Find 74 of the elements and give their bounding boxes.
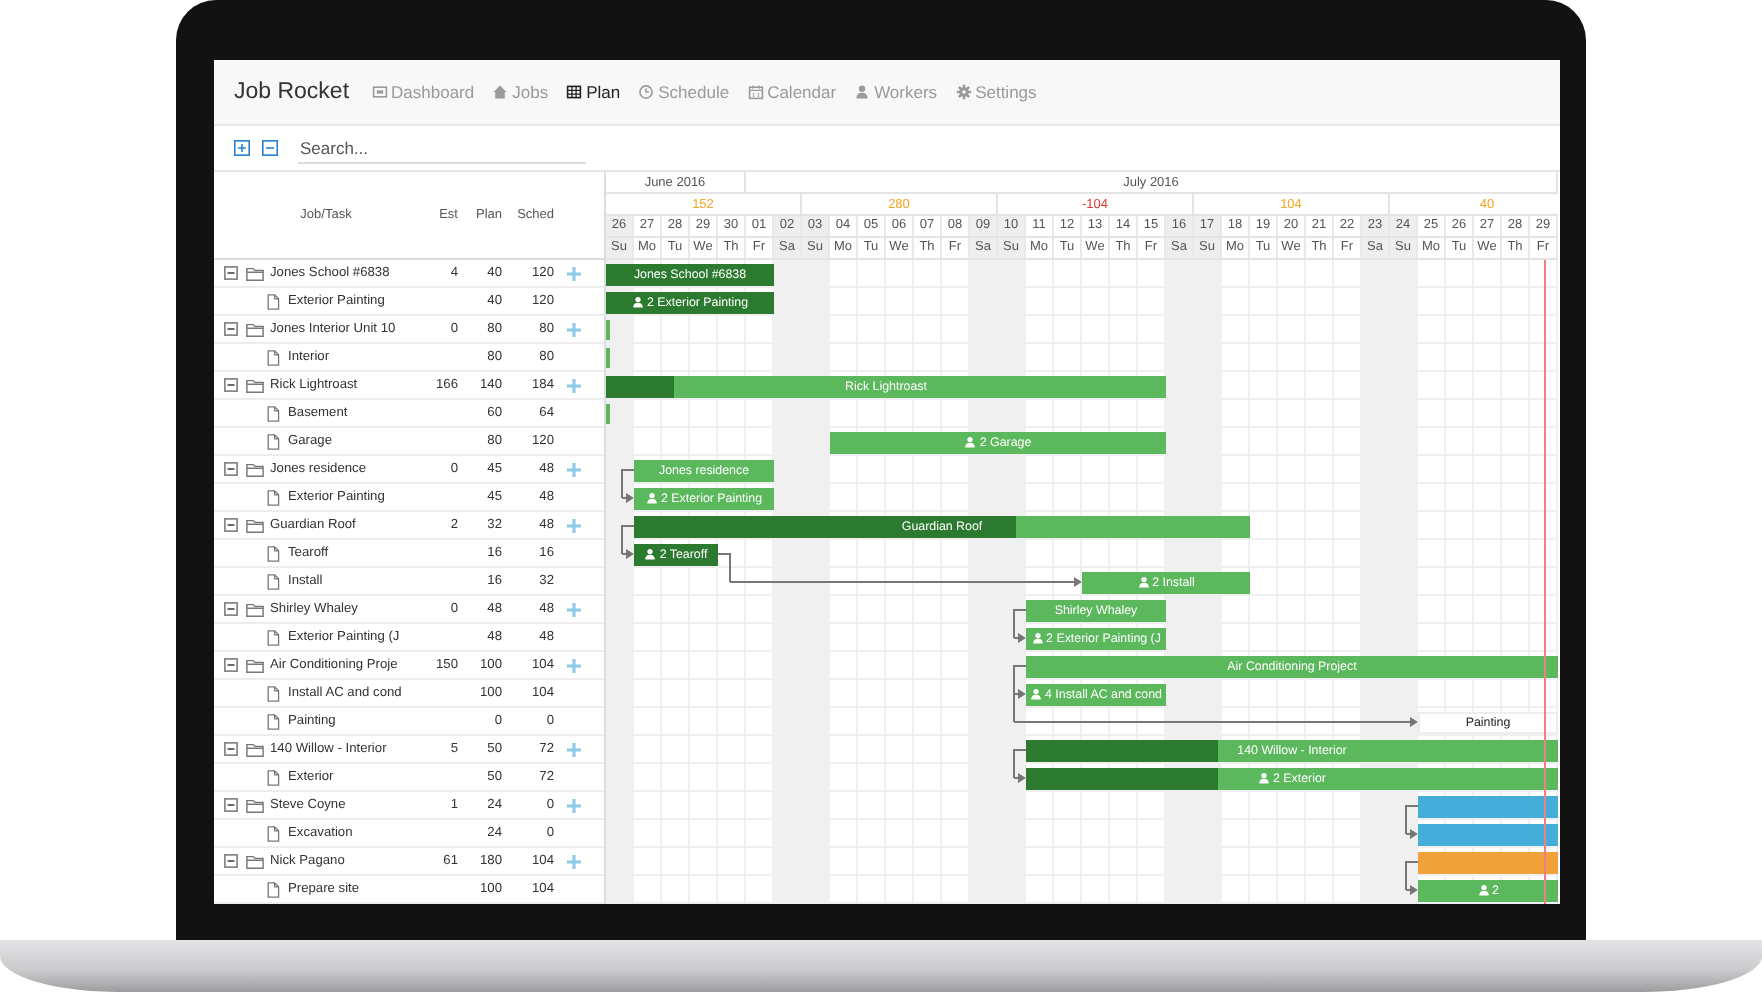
file-icon <box>264 293 282 309</box>
gantt-bar[interactable] <box>1418 851 1558 873</box>
add-icon[interactable] <box>566 321 582 337</box>
folder-icon <box>246 265 264 281</box>
file-icon <box>264 405 282 421</box>
file-icon <box>264 881 282 897</box>
add-icon[interactable] <box>566 601 582 617</box>
connector-line <box>621 469 635 499</box>
add-icon[interactable] <box>566 265 582 281</box>
person-icon <box>1030 688 1042 700</box>
person-icon <box>1031 632 1044 644</box>
connector-line <box>717 553 731 583</box>
collapse-icon[interactable] <box>224 658 238 672</box>
collapse-icon[interactable] <box>224 462 238 476</box>
file-icon <box>264 769 282 785</box>
person-icon <box>1477 884 1490 896</box>
collapse-icon[interactable] <box>224 854 238 868</box>
file-icon <box>264 629 282 645</box>
folder-icon <box>246 601 264 617</box>
home-icon <box>492 84 509 100</box>
nav-link[interactable]: Plan <box>566 82 621 102</box>
add-icon[interactable] <box>566 741 582 757</box>
folder-icon <box>246 461 264 477</box>
person-icon <box>644 548 657 560</box>
gantt-bar[interactable] <box>1418 795 1558 817</box>
collapse-icon[interactable] <box>224 742 238 756</box>
collapse-icon[interactable] <box>224 378 238 392</box>
gear-icon <box>955 84 972 100</box>
person-icon <box>631 296 644 308</box>
collapse-all-icon[interactable] <box>262 140 278 156</box>
connector-line <box>1405 861 1419 891</box>
folder-icon <box>246 797 264 813</box>
add-icon[interactable] <box>566 377 582 393</box>
folder-icon <box>246 517 264 533</box>
file-icon <box>264 349 282 365</box>
file-icon <box>264 713 282 729</box>
collapse-icon[interactable] <box>224 798 238 812</box>
collapse-icon[interactable] <box>224 602 238 616</box>
collapse-icon[interactable] <box>224 322 238 336</box>
person-icon <box>645 492 658 504</box>
folder-icon <box>246 657 264 673</box>
calendar-icon <box>747 84 764 100</box>
dashboard-icon <box>371 84 388 100</box>
folder-icon <box>246 741 264 757</box>
add-icon[interactable] <box>566 461 582 477</box>
app-title: Job Rocket <box>234 80 350 104</box>
connector-line <box>621 525 635 555</box>
table-icon <box>566 84 583 100</box>
connector-line <box>1013 749 1027 779</box>
clock-icon <box>638 84 655 100</box>
file-icon <box>264 433 282 449</box>
add-icon[interactable] <box>566 517 582 533</box>
connector-line <box>1013 609 1027 639</box>
collapse-icon[interactable] <box>224 266 238 280</box>
file-icon <box>264 825 282 841</box>
add-icon[interactable] <box>566 853 582 869</box>
add-icon[interactable] <box>566 657 582 673</box>
gantt-bar[interactable] <box>1418 823 1558 845</box>
person-icon <box>964 436 977 448</box>
person-icon <box>854 84 871 100</box>
add-icon[interactable] <box>566 797 582 813</box>
expand-all-icon[interactable] <box>234 140 250 156</box>
person-icon <box>1258 772 1270 784</box>
file-icon <box>264 685 282 701</box>
file-icon <box>264 545 282 561</box>
folder-icon <box>246 321 264 337</box>
person-icon <box>1137 576 1150 588</box>
collapse-icon[interactable] <box>224 518 238 532</box>
folder-icon <box>246 377 264 393</box>
file-icon <box>264 489 282 505</box>
search-field[interactable]: Search... <box>298 132 586 164</box>
file-icon <box>264 573 282 589</box>
folder-icon <box>246 853 264 869</box>
connector-line <box>1405 805 1419 835</box>
